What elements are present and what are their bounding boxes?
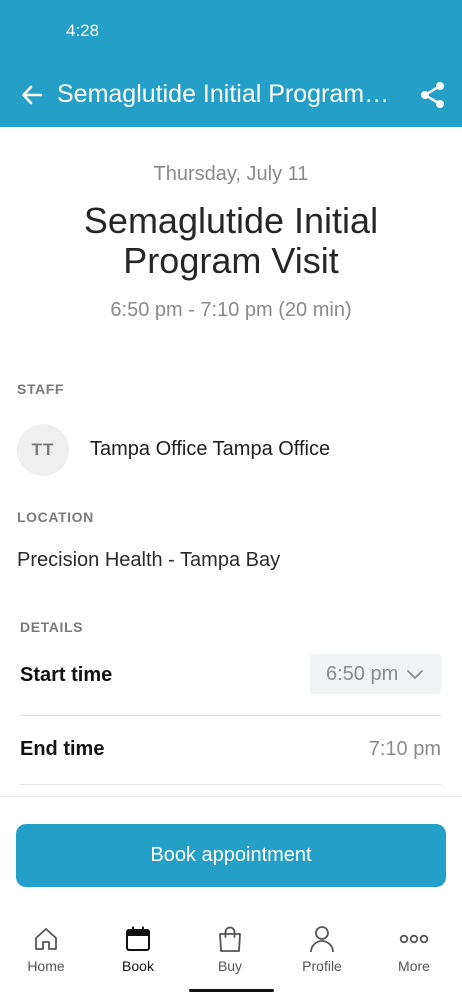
header-bar: 4:28 Semaglutide Initial Program… [0, 0, 462, 127]
avatar-initials: TT [31, 440, 55, 459]
appointment-date: Thursday, July 11 [153, 163, 309, 185]
book-appointment-button[interactable]: Book appointment [16, 824, 446, 887]
staff-section-label: STAFF [17, 381, 65, 397]
end-time-label: End time [20, 738, 105, 760]
nav-item-profile[interactable]: Profile [276, 924, 368, 974]
share-icon [421, 82, 444, 108]
nav-label-profile: Profile [302, 958, 342, 974]
bottom-nav: Home Book Buy Profile More [0, 910, 462, 1000]
location-name: Precision Health - Tampa Bay [17, 549, 281, 571]
app-bar-title: Semaglutide Initial Program… [57, 80, 390, 108]
chevron-down-icon [406, 668, 424, 680]
nav-item-buy[interactable]: Buy [184, 924, 276, 974]
nav-label-more: More [398, 958, 430, 974]
nav-label-book: Book [122, 958, 154, 974]
divider [20, 784, 441, 785]
shopping-bag-icon [215, 924, 245, 954]
start-time-value: 6:50 pm [326, 662, 399, 685]
footer-divider [0, 796, 462, 797]
nav-label-home: Home [27, 958, 65, 974]
more-dots-icon [399, 924, 429, 954]
home-icon [31, 924, 61, 954]
nav-item-home[interactable]: Home [0, 924, 92, 974]
nav-item-book[interactable]: Book [92, 924, 184, 974]
avatar: TT [17, 424, 69, 476]
details-section-label: DETAILS [20, 619, 84, 635]
share-button[interactable] [418, 79, 448, 111]
back-button[interactable] [18, 80, 46, 110]
status-bar-time: 4:28 [66, 21, 100, 40]
nav-label-buy: Buy [217, 958, 243, 974]
end-time-value: 7:10 pm [368, 738, 441, 760]
divider [20, 715, 441, 716]
home-indicator [189, 989, 274, 992]
staff-name: Tampa Office Tampa Office [90, 438, 331, 460]
appointment-time-range: 6:50 pm - 7:10 pm (20 min) [110, 299, 352, 321]
calendar-icon [123, 924, 153, 954]
start-time-select[interactable]: 6:50 pm [310, 654, 441, 694]
arrow-left-icon [22, 85, 43, 105]
person-icon [307, 924, 337, 954]
location-section-label: LOCATION [17, 509, 94, 525]
appointment-title: Semaglutide Initial Program Visit [83, 200, 379, 281]
start-time-label: Start time [20, 664, 113, 686]
nav-item-more[interactable]: More [368, 924, 460, 974]
